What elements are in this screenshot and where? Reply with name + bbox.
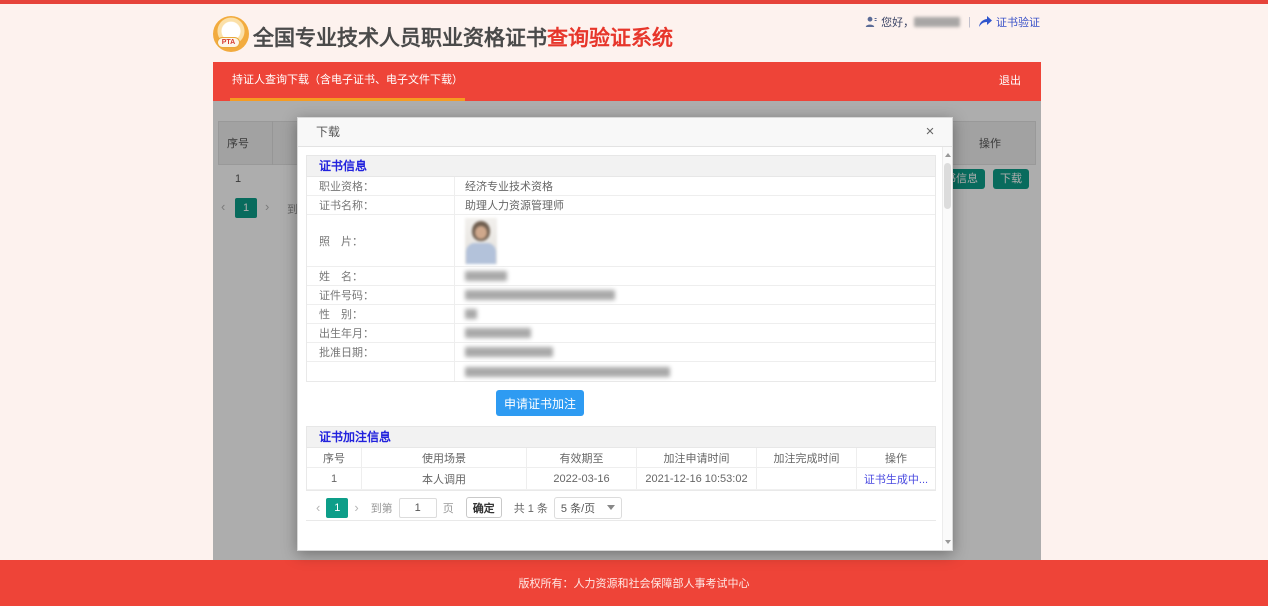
field-value-redacted (455, 286, 935, 304)
field-row-name: 姓 名： (307, 267, 935, 286)
cell-apply-time: 2021-12-16 10:53:02 (637, 468, 757, 489)
col-apply-time: 加注申请时间 (637, 448, 757, 467)
dialog-title: 下载 (316, 118, 340, 147)
copyright-text: 版权所有：人力资源和社会保障部人事考试中心 (519, 575, 750, 591)
field-value-redacted (455, 305, 935, 323)
field-row-id-number: 证件号码： (307, 286, 935, 305)
footer: 版权所有：人力资源和社会保障部人事考试中心 (0, 560, 1268, 606)
apply-annotation-button[interactable]: 申请证书加注 (496, 390, 584, 416)
goto-page-input[interactable] (399, 498, 437, 518)
pta-logo-text: PTA (217, 37, 240, 48)
scrollbar-thumb[interactable] (944, 163, 951, 209)
field-label: 性 别： (307, 305, 455, 323)
field-value-redacted (455, 362, 935, 381)
cert-info-table: 职业资格： 经济专业技术资格 证书名称： 助理人力资源管理师 照 片： (306, 177, 936, 382)
cell-action: 证书生成中... (857, 468, 935, 489)
field-row-approve-date: 批准日期： (307, 343, 935, 362)
field-label: 照 片： (307, 215, 455, 266)
photo-face (475, 226, 487, 239)
field-value-redacted (455, 267, 935, 285)
main-nav: 持证人查询下载（含电子证书、电子文件下载） 退出 (213, 62, 1041, 101)
page-unit-label: 页 (443, 500, 454, 516)
total-count-label: 共 1 条 (514, 500, 548, 516)
close-icon[interactable]: × (920, 122, 940, 142)
field-row-occupation: 职业资格： 经济专业技术资格 (307, 177, 935, 196)
goto-label: 到第 (371, 500, 393, 516)
field-label: 证书名称： (307, 196, 455, 214)
scroll-down-icon[interactable] (944, 537, 952, 547)
page-title-main: 全国专业技术人员职业资格证书 (253, 27, 547, 50)
dialog-titlebar: 下载 × (298, 118, 952, 147)
cert-generating-link[interactable]: 证书生成中... (864, 471, 928, 487)
page-title-accent: 查询验证系统 (547, 27, 673, 50)
user-greeting: 您好， | 证书验证 (865, 13, 1040, 31)
field-row-gender: 性 别： (307, 305, 935, 324)
field-label: 批准日期： (307, 343, 455, 361)
user-icon (865, 16, 877, 28)
greeting-name-redacted (914, 17, 960, 27)
field-row-extra (307, 362, 935, 381)
col-seq: 序号 (307, 448, 362, 467)
field-value-redacted (455, 343, 935, 361)
app-screen: PTA 全国专业技术人员职业资格证书查询验证系统 您好， | 证书验证 持证人查… (0, 0, 1268, 606)
annotation-table-row: 1 本人调用 2022-03-16 2021-12-16 10:53:02 证书… (307, 468, 935, 490)
annotation-section-title: 证书加注信息 (306, 426, 936, 448)
annotation-table: 序号 使用场景 有效期至 加注申请时间 加注完成时间 操作 1 本人调用 202… (306, 448, 936, 491)
page-1-button[interactable]: 1 (326, 498, 348, 518)
cell-valid-until: 2022-03-16 (527, 468, 637, 489)
field-label: 证件号码： (307, 286, 455, 304)
pta-logo-icon: PTA (213, 16, 249, 52)
col-scene: 使用场景 (362, 448, 527, 467)
greeting-separator: | (968, 16, 971, 28)
page-title: 全国专业技术人员职业资格证书查询验证系统 (253, 22, 673, 52)
top-red-strip (0, 0, 1268, 4)
download-dialog: 下载 × 证书信息 职业资格： 经济专业技术资格 证书名称： 助理人力资源管理师… (297, 117, 953, 551)
tab-holder-query-download[interactable]: 持证人查询下载（含电子证书、电子文件下载） (230, 62, 465, 101)
logout-button[interactable]: 退出 (999, 62, 1021, 101)
cert-info-section-title: 证书信息 (306, 155, 936, 177)
dialog-scrollbar[interactable] (942, 147, 952, 550)
per-page-select[interactable]: 5 条/页 (554, 497, 622, 519)
cell-scene: 本人调用 (362, 468, 527, 489)
field-value-redacted (455, 324, 935, 342)
confirm-button[interactable]: 确定 (466, 497, 502, 518)
photo-shirt (466, 243, 496, 264)
cert-verify-link[interactable]: 证书验证 (979, 14, 1040, 30)
per-page-value: 5 条/页 (561, 500, 595, 516)
dialog-body: 证书信息 职业资格： 经济专业技术资格 证书名称： 助理人力资源管理师 照 片： (298, 147, 942, 550)
field-row-cert-name: 证书名称： 助理人力资源管理师 (307, 196, 935, 215)
field-label (307, 362, 455, 381)
greeting-text: 您好， (881, 14, 914, 30)
scroll-up-icon[interactable] (944, 150, 952, 160)
col-complete-time: 加注完成时间 (757, 448, 857, 467)
modal-pagination: ‹ 1 › 到第 页 确定 共 1 条 5 条/页 (306, 495, 936, 521)
id-photo (465, 218, 497, 264)
field-label: 职业资格： (307, 177, 455, 195)
chevron-down-icon (607, 505, 615, 510)
next-page-icon[interactable]: › (348, 500, 364, 515)
cert-verify-label: 证书验证 (996, 14, 1040, 30)
cell-complete-time (757, 468, 857, 489)
cell-seq: 1 (307, 468, 362, 489)
field-row-birth: 出生年月： (307, 324, 935, 343)
col-action: 操作 (857, 448, 935, 467)
field-row-photo: 照 片： (307, 215, 935, 267)
col-valid-until: 有效期至 (527, 448, 637, 467)
field-label: 出生年月： (307, 324, 455, 342)
annotation-table-header: 序号 使用场景 有效期至 加注申请时间 加注完成时间 操作 (307, 448, 935, 468)
field-value (455, 215, 935, 266)
field-value: 助理人力资源管理师 (455, 196, 935, 214)
field-label: 姓 名： (307, 267, 455, 285)
field-value: 经济专业技术资格 (455, 177, 935, 195)
share-arrow-icon (979, 16, 992, 28)
prev-page-icon[interactable]: ‹ (310, 500, 326, 515)
